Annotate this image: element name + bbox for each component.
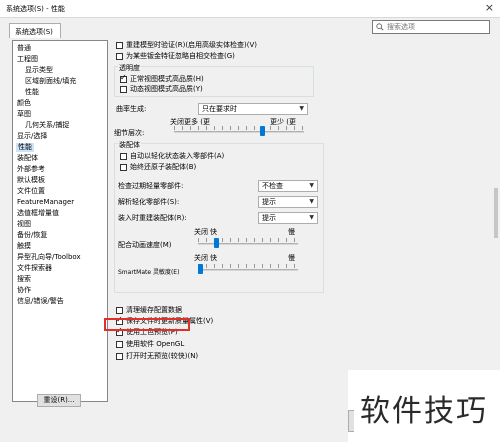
chevron-down-icon: ▼ [309, 182, 314, 189]
verify-rebuild-label: 重建模型时验证(R)(启用高级实体检查)(V) [126, 41, 258, 49]
rebuild-on-load-value: 提示 [262, 214, 276, 222]
resolve-lightweight-label: 解析轻化零部件(S): [118, 198, 180, 206]
nav-item-external-references[interactable]: 外部参考 [17, 165, 45, 174]
nav-item-spin-box-increments[interactable]: 选值框增量值 [17, 209, 59, 218]
nav-item-general[interactable]: 普通 [17, 44, 31, 53]
always-resolve-checkbox[interactable] [120, 164, 127, 171]
use-opengl-label: 使用软件 OpenGL [126, 340, 185, 348]
nav-item-collaboration[interactable]: 协作 [17, 286, 31, 295]
no-preview-label: 打开时无预览(较快)(N) [126, 352, 199, 360]
no-preview-checkbox[interactable] [116, 353, 123, 360]
close-icon[interactable]: × [485, 2, 494, 14]
nav-item-hole-wizard-toolbox[interactable]: 异型孔向导/Toolbox [17, 253, 81, 262]
anim-fast-label: 快 [210, 228, 217, 236]
lod-ticks [174, 126, 304, 130]
search-box[interactable] [372, 20, 490, 34]
anim-slider-track[interactable] [198, 243, 298, 245]
nav-item-file-explorer[interactable]: 文件探索器 [17, 264, 52, 273]
nav-item-file-locations[interactable]: 文件位置 [17, 187, 45, 196]
opengl-highlight-box [104, 318, 190, 331]
check-outdated-value: 不检查 [262, 182, 283, 190]
nav-item-backup-recover[interactable]: 备份/恢复 [17, 231, 47, 240]
curvature-value: 只在要求时 [202, 105, 237, 113]
nav-item-touch[interactable]: 触摸 [17, 242, 31, 251]
anim-slow-label: 慢 [288, 228, 295, 236]
nav-item-search[interactable]: 搜索 [17, 275, 31, 284]
nav-item-colors[interactable]: 颜色 [17, 99, 31, 108]
dynamic-view-hq-checkbox[interactable] [120, 86, 127, 93]
resolve-lightweight-dropdown[interactable]: 提示 ▼ [258, 196, 318, 208]
nav-item-assemblies[interactable]: 装配体 [17, 154, 38, 163]
lod-slider-thumb[interactable] [260, 126, 265, 136]
window-title: 系统选项(S) - 性能 [6, 5, 65, 13]
lod-slider-track[interactable] [174, 131, 304, 133]
watermark-text: 软件技巧 [360, 394, 488, 429]
nav-item-messages-errors-warnings[interactable]: 信息/错误/警告 [17, 297, 64, 306]
use-opengl-checkbox[interactable] [116, 341, 123, 348]
smartmate-slider-track[interactable] [198, 269, 298, 271]
anim-off-label: 关闭 [194, 228, 208, 236]
chevron-down-icon: ▼ [309, 198, 314, 205]
nav-item-view[interactable]: 视图 [17, 220, 31, 229]
verify-rebuild-checkbox[interactable] [116, 42, 123, 49]
nav-item-performance[interactable]: 性能 [16, 143, 34, 152]
scrollbar-thumb[interactable] [494, 188, 498, 238]
auto-lightweight-label: 自动以轻化状态装入零部件(A) [130, 152, 225, 160]
smartmate-slow-label: 慢 [288, 254, 295, 262]
chevron-down-icon: ▼ [309, 214, 314, 221]
nav-item-drawings[interactable]: 工程图 [17, 55, 38, 64]
nav-item-display-selection[interactable]: 显示/选择 [17, 132, 47, 141]
check-outdated-dropdown[interactable]: 不检查 ▼ [258, 180, 318, 192]
curvature-dropdown[interactable]: 只在要求时 ▼ [198, 103, 308, 115]
normal-view-hq-label: 正常视图模式高品质(H) [130, 75, 204, 83]
nav-item-default-templates[interactable]: 默认模板 [17, 176, 45, 185]
tab-system-options[interactable]: 系统选项(S) [9, 23, 61, 38]
ok-button-partial[interactable] [348, 410, 354, 432]
smartmate-slider-thumb[interactable] [198, 264, 203, 274]
ignore-self-intersect-checkbox[interactable] [116, 53, 123, 60]
title-bar: 系统选项(S) - 性能 × [0, 0, 500, 18]
search-input[interactable] [387, 22, 487, 32]
assembly-group-title: 装配体 [118, 141, 141, 150]
smartmate-fast-label: 快 [210, 254, 217, 262]
transparency-group-title: 透明度 [118, 64, 141, 73]
anim-ticks [198, 238, 298, 242]
ignore-self-intersect-label: 为某些钣金特征忽略自相交检查(G) [126, 52, 235, 60]
always-resolve-label: 始终还原子装配体(B) [130, 163, 197, 171]
purge-cache-checkbox[interactable] [116, 307, 123, 314]
animation-speed-label: 配合动画速度(M) [118, 241, 172, 249]
check-outdated-label: 检查过期轻量零部件: [118, 182, 184, 190]
nav-item-drawing-performance[interactable]: 性能 [25, 88, 39, 97]
nav-item-display-type[interactable]: 显示类型 [25, 66, 53, 75]
resolve-lightweight-value: 提示 [262, 198, 276, 206]
nav-item-sketch[interactable]: 草图 [17, 110, 31, 119]
smartmate-label: SmartMate 灵敏度(E) [118, 269, 180, 276]
watermark-area: 软件技巧 [348, 370, 500, 442]
rebuild-on-load-label: 装入时重建装配体(R): [118, 214, 187, 222]
anim-slider-thumb[interactable] [214, 238, 219, 248]
nav-item-featuremanager[interactable]: FeatureManager [17, 198, 74, 207]
smartmate-off-label: 关闭 [194, 254, 208, 262]
search-icon [376, 23, 384, 31]
curvature-label: 曲率生成: [116, 105, 147, 113]
smartmate-ticks [198, 264, 298, 268]
dynamic-view-hq-label: 动态视图模式高品质(Y) [130, 85, 203, 93]
nav-item-area-hatch[interactable]: 区域剖面线/填充 [25, 77, 76, 86]
nav-item-relations-snaps[interactable]: 几何关系/捕捉 [25, 121, 69, 130]
options-nav-tree: 普通 工程图 显示类型 区域剖面线/填充 性能 颜色 草图 几何关系/捕捉 显示… [12, 40, 108, 402]
normal-view-hq-checkbox[interactable] [120, 73, 127, 83]
auto-lightweight-checkbox[interactable] [120, 153, 127, 160]
lod-label: 细节层次: [114, 129, 145, 137]
rebuild-on-load-dropdown[interactable]: 提示 ▼ [258, 212, 318, 224]
purge-cache-label: 清理缓存配置数据 [126, 306, 182, 314]
chevron-down-icon: ▼ [299, 105, 304, 112]
reset-button[interactable]: 重设(R)... [37, 394, 81, 407]
